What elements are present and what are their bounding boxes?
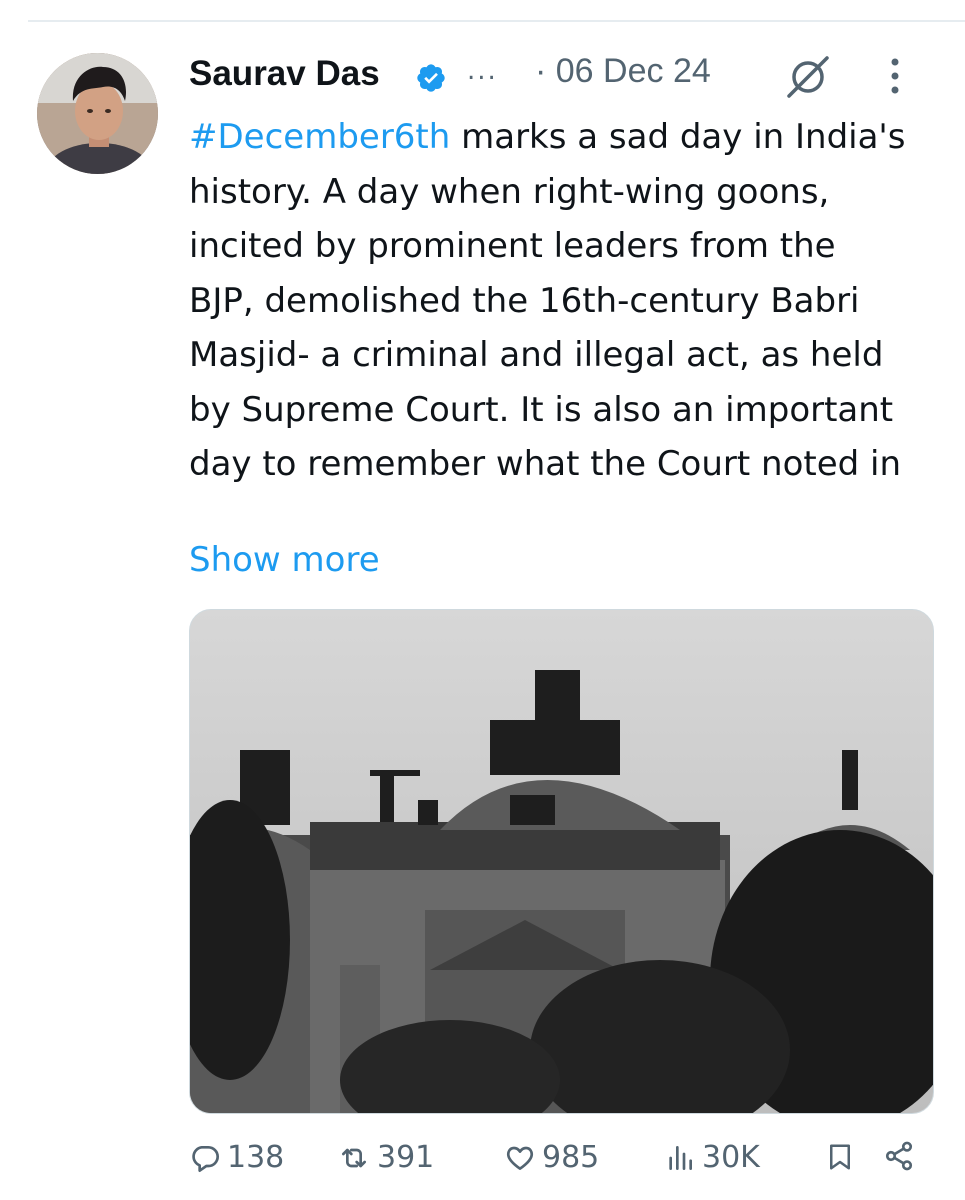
reply-button[interactable]: 138 <box>189 1140 284 1175</box>
author-name[interactable]: Saurav Das <box>189 54 380 94</box>
share-button[interactable] <box>883 1140 915 1172</box>
tweet-date[interactable]: · 06 Dec 24 <box>535 52 711 91</box>
bookmark-icon <box>825 1140 855 1174</box>
like-count: 985 <box>542 1140 600 1175</box>
reply-count: 138 <box>227 1140 285 1175</box>
views-icon <box>664 1142 696 1174</box>
name-truncation: ... <box>467 56 498 86</box>
bookmark-button[interactable] <box>825 1140 855 1174</box>
tweet-body: marks a sad day in India's history. A da… <box>189 117 906 484</box>
share-icon <box>883 1140 915 1172</box>
like-button[interactable]: 985 <box>504 1140 599 1175</box>
views-count: 30K <box>702 1140 760 1175</box>
tweet-photo[interactable] <box>189 609 934 1114</box>
tweet-actions: 138 391 985 30K <box>189 1140 929 1190</box>
show-more-link[interactable]: Show more <box>189 540 380 580</box>
views-button[interactable]: 30K <box>664 1140 760 1175</box>
avatar[interactable] <box>37 53 158 174</box>
tweet-header: Saurav Das ... · 06 Dec 24 <box>189 50 965 102</box>
tweet-text: #December6th marks a sad day in India's … <box>189 110 909 492</box>
like-icon <box>504 1142 536 1174</box>
repost-count: 391 <box>377 1140 435 1175</box>
top-divider <box>28 20 965 22</box>
more-options-icon[interactable] <box>889 56 901 100</box>
hashtag-link[interactable]: #December6th <box>189 117 450 157</box>
grok-icon[interactable] <box>785 54 831 104</box>
verified-badge-icon <box>415 62 447 98</box>
reply-icon <box>189 1142 221 1174</box>
repost-button[interactable]: 391 <box>337 1140 434 1175</box>
repost-icon <box>337 1142 371 1174</box>
